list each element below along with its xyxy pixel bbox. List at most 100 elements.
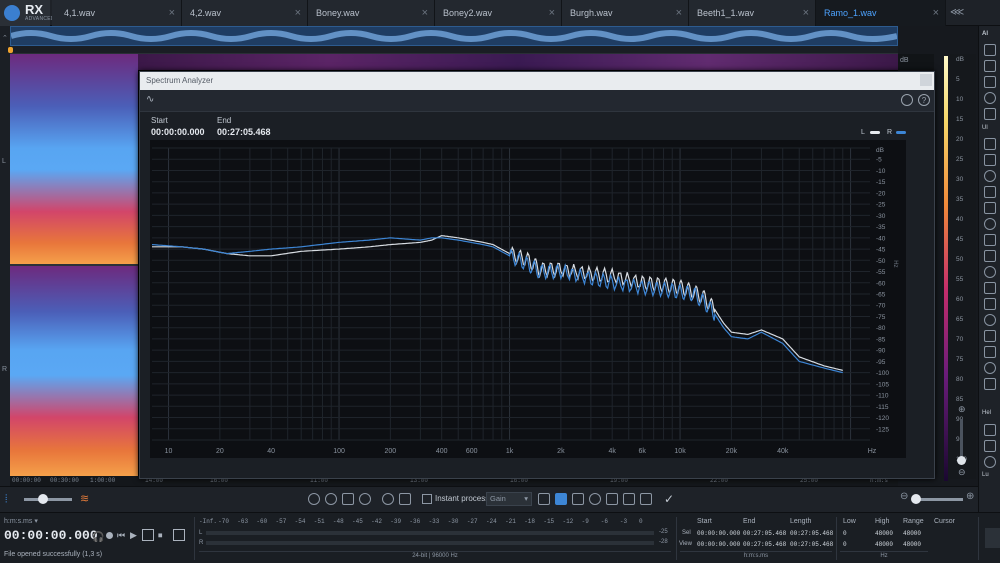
module-icon[interactable]	[984, 314, 996, 326]
sel-low[interactable]: 0	[843, 530, 847, 537]
module-label[interactable]: Ul	[982, 125, 988, 131]
tab-boney[interactable]: Boney.wav ×	[308, 0, 435, 26]
module-icon[interactable]	[984, 440, 996, 452]
playhead-marker[interactable]	[8, 47, 13, 53]
collapse-icon[interactable]: ⌃	[2, 34, 8, 42]
zoom-out-icon[interactable]: ⊖	[958, 467, 966, 478]
time-format-select[interactable]: h:m:s.ms ▾	[4, 517, 38, 525]
view-range[interactable]: 48000	[903, 541, 921, 548]
module-icon[interactable]	[984, 282, 996, 294]
waveform-toggle-icon[interactable]: ⦙	[5, 493, 7, 506]
module-icon[interactable]	[984, 266, 996, 278]
module-icon[interactable]	[984, 44, 996, 56]
module-icon[interactable]	[984, 154, 996, 166]
module-label[interactable]: Al	[982, 31, 988, 37]
spectrogram-toggle-icon[interactable]: ≋	[80, 492, 89, 505]
go-to-start-icon[interactable]: ⏮	[117, 530, 125, 541]
close-icon[interactable]: ×	[933, 0, 939, 26]
module-icon[interactable]	[984, 346, 996, 358]
module-icon[interactable]	[984, 298, 996, 310]
magic-wand-icon[interactable]	[623, 493, 635, 505]
spectrum-plot[interactable]: 10 20 40 100 200 400 600 1k 2k 4k 6k 10k 20k 40k Hz dB…	[150, 140, 906, 458]
close-icon[interactable]: ×	[422, 0, 428, 26]
hand-tool-icon[interactable]	[399, 493, 411, 505]
tab-burgh[interactable]: Burgh.wav ×	[562, 0, 689, 26]
module-label[interactable]: Lu	[982, 472, 989, 478]
module-icon[interactable]	[984, 456, 996, 468]
module-icon[interactable]	[984, 202, 996, 214]
loop-toggle-icon[interactable]	[173, 529, 185, 541]
zoom-in-time-icon[interactable]	[308, 493, 320, 505]
play-selection-icon[interactable]	[142, 529, 154, 541]
lasso-icon[interactable]	[589, 493, 601, 505]
tab-ramo-1[interactable]: Ramo_1.wav ×	[816, 0, 946, 26]
instant-process-checkbox[interactable]	[422, 494, 432, 504]
timeline-ruler[interactable]	[8, 46, 898, 54]
close-icon[interactable]: ×	[549, 0, 555, 26]
overview-waveform[interactable]	[10, 26, 898, 46]
smooth-icon[interactable]: ✓	[664, 492, 674, 506]
help-icon[interactable]: ?	[918, 94, 930, 106]
tab-overflow-icon[interactable]: ⋘	[950, 7, 964, 19]
module-icon[interactable]	[984, 330, 996, 342]
module-icon[interactable]	[984, 108, 996, 120]
zoom-in-icon[interactable]: ⊕	[966, 491, 974, 502]
module-icon[interactable]	[984, 92, 996, 104]
freq-selection-icon[interactable]	[572, 493, 584, 505]
sel-range[interactable]: 48000	[903, 530, 921, 537]
sel-length[interactable]: 00:27:05.468	[790, 530, 833, 537]
stop-icon[interactable]: ⏹	[158, 530, 163, 541]
module-icon[interactable]	[984, 138, 996, 150]
zoom-tool-icon[interactable]	[382, 493, 394, 505]
module-icon[interactable]	[984, 218, 996, 230]
close-window-button[interactable]	[920, 74, 932, 86]
sel-start[interactable]: 00:00:00.000	[697, 530, 740, 537]
harmonic-selection-icon[interactable]	[640, 493, 652, 505]
gain-select[interactable]: Gain ▾	[486, 492, 532, 506]
loop-icon[interactable]: 🎧	[92, 532, 104, 543]
module-icon[interactable]	[984, 60, 996, 72]
brush-icon[interactable]	[606, 493, 618, 505]
opacity-slider-handle[interactable]	[38, 494, 48, 504]
module-icon[interactable]	[984, 424, 996, 436]
time-selection-icon[interactable]	[538, 493, 550, 505]
view-end[interactable]: 00:27:05.468	[743, 541, 786, 548]
view-start[interactable]: 00:00:00.000	[697, 541, 740, 548]
module-icon[interactable]	[984, 362, 996, 374]
tab-4-2[interactable]: 4,2.wav ×	[182, 0, 308, 26]
zoom-out-icon[interactable]: ⊖	[900, 491, 908, 502]
spectrogram-colorbar[interactable]	[944, 56, 948, 481]
window-titlebar[interactable]: Spectrum Analyzer	[140, 72, 934, 90]
module-icon[interactable]	[984, 250, 996, 262]
opacity-slider[interactable]	[24, 498, 72, 501]
sel-end[interactable]: 00:27:05.468	[743, 530, 786, 537]
close-icon[interactable]: ×	[676, 0, 682, 26]
tab-boney2[interactable]: Boney2.wav ×	[435, 0, 562, 26]
module-icon[interactable]	[984, 234, 996, 246]
rect-selection-icon[interactable]	[555, 493, 567, 505]
sel-high[interactable]: 48000	[875, 530, 893, 537]
vertical-zoom-handle[interactable]	[957, 456, 966, 465]
zoom-in-icon[interactable]: ⊕	[958, 404, 966, 415]
module-label[interactable]: Hel	[982, 410, 991, 416]
record-button[interactable]	[106, 532, 113, 539]
horizontal-zoom-handle[interactable]	[911, 494, 921, 504]
play-icon[interactable]: ▶	[130, 530, 137, 541]
module-icon[interactable]	[984, 170, 996, 182]
spectrogram-left-channel[interactable]	[10, 54, 138, 264]
tab-beeth1-1[interactable]: Beeth1_1.wav ×	[689, 0, 816, 26]
module-icon[interactable]	[984, 76, 996, 88]
close-icon[interactable]: ×	[295, 0, 301, 26]
view-high[interactable]: 48000	[875, 541, 893, 548]
settings-gear-icon[interactable]	[901, 94, 913, 106]
view-length[interactable]: 00:27:05.468	[790, 541, 833, 548]
module-icon[interactable]	[984, 378, 996, 390]
spectrogram-right-channel[interactable]	[10, 266, 138, 476]
info-panel-toggle[interactable]	[985, 528, 1000, 548]
module-icon[interactable]	[984, 186, 996, 198]
close-icon[interactable]: ×	[169, 0, 175, 26]
zoom-fit-icon[interactable]	[359, 493, 371, 505]
view-low[interactable]: 0	[843, 541, 847, 548]
tab-4-1[interactable]: 4,1.wav ×	[56, 0, 182, 26]
spectrum-mode-icon[interactable]: ∿	[146, 94, 154, 105]
